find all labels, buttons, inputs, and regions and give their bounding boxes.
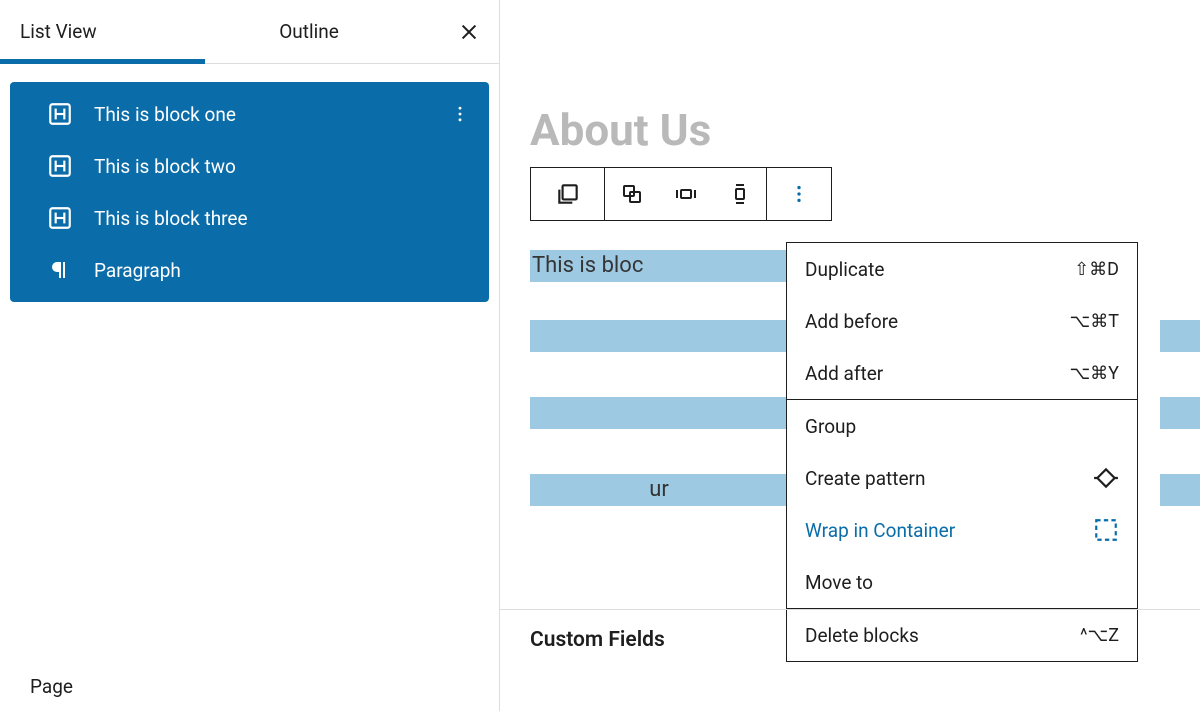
paragraph-icon [46,256,74,284]
selected-block[interactable] [530,320,786,352]
menu-item-create-pattern[interactable]: Create pattern [787,452,1137,504]
menu-item-wrap-container[interactable]: Wrap in Container [787,504,1137,556]
toolbar-stack-button[interactable] [713,168,767,220]
group-icon [620,182,644,206]
sidebar-tabs: List View Outline [0,0,499,64]
selected-block[interactable] [1160,474,1200,506]
list-item[interactable]: This is block three [10,192,489,244]
menu-item-label: Group [805,415,856,438]
menu-item-label: Add before [805,310,898,333]
custom-fields-divider [500,609,1200,610]
selected-block[interactable]: ur [530,474,786,506]
menu-item-delete-blocks[interactable]: Delete blocks ^⌥Z [787,609,1137,661]
menu-item-label: Add after [805,362,883,385]
list-item[interactable]: This is block one [10,88,489,140]
list-item-label: Paragraph [94,259,181,282]
list-item-label: This is block one [94,103,236,126]
toolbar-block-type-button[interactable] [531,168,605,220]
breadcrumb[interactable]: Page [0,661,499,711]
selected-block[interactable] [530,397,786,429]
menu-item-duplicate[interactable]: Duplicate ⇧⌘D [787,243,1137,295]
more-vertical-icon [450,104,470,124]
block-list: This is block one This is block two This… [10,82,489,302]
column-icon [728,182,752,206]
selected-block[interactable] [1160,320,1200,352]
list-item[interactable]: This is block two [10,140,489,192]
selected-block[interactable] [1160,397,1200,429]
stack-icon [555,181,581,207]
block-text: ur [530,474,786,506]
menu-item-add-after[interactable]: Add after ⌥⌘Y [787,347,1137,399]
page-title[interactable]: About Us [530,104,711,156]
menu-item-label: Create pattern [805,467,926,490]
menu-shortcut: ⌥⌘T [1070,311,1119,332]
close-icon [458,21,480,43]
menu-shortcut: ^⌥Z [1080,625,1119,646]
toolbar-group-button[interactable] [605,168,659,220]
toolbar-row-button[interactable] [659,168,713,220]
menu-item-group[interactable]: Group [787,400,1137,452]
tab-list-view[interactable]: List View [0,0,205,64]
custom-fields-heading[interactable]: Custom Fields [530,628,665,652]
menu-item-label: Wrap in Container [805,519,955,542]
menu-item-add-before[interactable]: Add before ⌥⌘T [787,295,1137,347]
menu-item-label: Duplicate [805,258,884,281]
list-item-label: This is block two [94,155,236,178]
more-vertical-icon [788,183,810,205]
menu-item-label: Move to [805,571,873,594]
sidebar: List View Outline This is block one This… [0,0,500,711]
menu-shortcut: ⌥⌘Y [1069,363,1119,384]
toolbar-options-button[interactable] [767,168,831,220]
row-options-button[interactable] [445,104,475,124]
close-button[interactable] [439,0,499,64]
selected-block[interactable]: This is bloc [530,250,786,282]
block-context-menu: Duplicate ⇧⌘D Add before ⌥⌘T Add after ⌥… [786,242,1138,662]
menu-item-move-to[interactable]: Move to [787,556,1137,608]
tab-outline[interactable]: Outline [205,0,413,64]
editor-canvas: About Us This is bloc ur Duplicate ⇧⌘D [500,0,1200,711]
create-pattern-icon [1093,465,1119,491]
block-text: This is bloc [530,253,643,278]
menu-item-label: Delete blocks [805,624,919,647]
menu-shortcut: ⇧⌘D [1074,259,1119,280]
heading-icon [46,152,74,180]
container-icon [1093,517,1119,543]
heading-icon [46,204,74,232]
heading-icon [46,100,74,128]
list-item-label: This is block three [94,207,248,230]
block-toolbar [530,167,832,221]
row-icon [674,182,698,206]
list-item[interactable]: Paragraph [10,244,489,296]
